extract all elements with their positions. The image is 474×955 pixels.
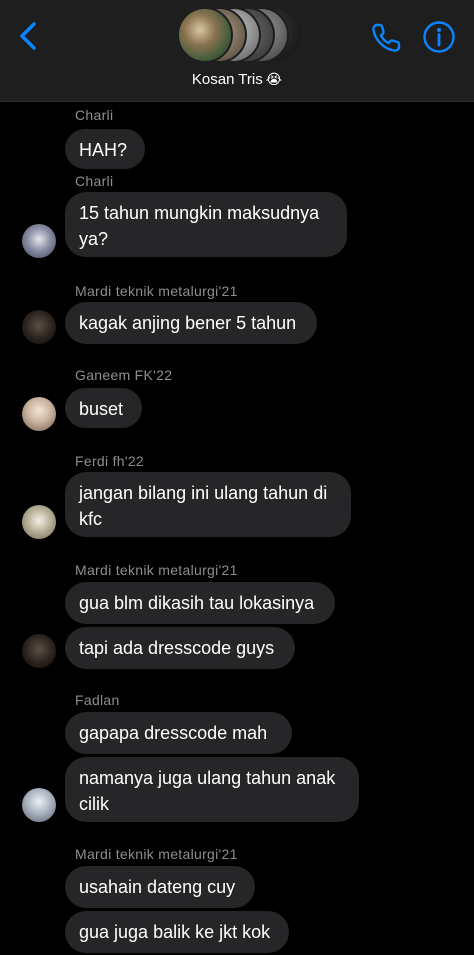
message-bubble[interactable]: 15 tahun mungkin maksudnya ya? [65,192,347,257]
chat-header: Kosan Tris 😭 [0,0,474,102]
group-emoji: 😭 [265,71,283,87]
phone-icon[interactable] [368,20,404,56]
group-title[interactable]: Kosan Tris 😭 [0,71,474,88]
group-member-avatar [177,7,233,63]
message-bubble[interactable]: gua blm dikasih tau lokasinya [65,582,335,624]
avatar[interactable] [22,788,56,822]
message-bubble[interactable]: buset [65,388,142,428]
message-bubble[interactable]: gua juga balik ke jkt kok [65,911,289,953]
sender-name: Ganeem FK'22 [75,367,173,383]
avatar[interactable] [22,224,56,258]
group-avatar-stack[interactable] [177,7,303,63]
sender-name: Mardi teknik metalurgi'21 [75,562,238,578]
message-bubble[interactable]: namanya juga ulang tahun anak cilik [65,757,359,822]
sender-name: Mardi teknik metalurgi'21 [75,283,238,299]
avatar[interactable] [22,505,56,539]
message-bubble[interactable]: gapapa dresscode mah [65,712,292,754]
sender-name: Ferdi fh'22 [75,453,145,469]
avatar[interactable] [22,310,56,344]
sender-name: Fadlan [75,692,120,708]
message-bubble[interactable]: kagak anjing bener 5 tahun [65,302,317,344]
avatar[interactable] [22,397,56,431]
group-name: Kosan Tris [191,71,263,88]
sender-name: Charli [75,107,114,123]
avatar[interactable] [22,634,56,668]
message-bubble[interactable]: jangan bilang ini ulang tahun di kfc [65,472,351,537]
message-bubble[interactable]: HAH? [65,129,145,169]
info-icon[interactable] [422,20,456,54]
message-bubble[interactable]: tapi ada dresscode guys [65,627,295,669]
sender-name: Charli [75,173,114,189]
chevron-left-icon[interactable] [14,18,44,54]
sender-name: Mardi teknik metalurgi'21 [75,846,238,862]
message-bubble[interactable]: usahain dateng cuy [65,866,255,908]
